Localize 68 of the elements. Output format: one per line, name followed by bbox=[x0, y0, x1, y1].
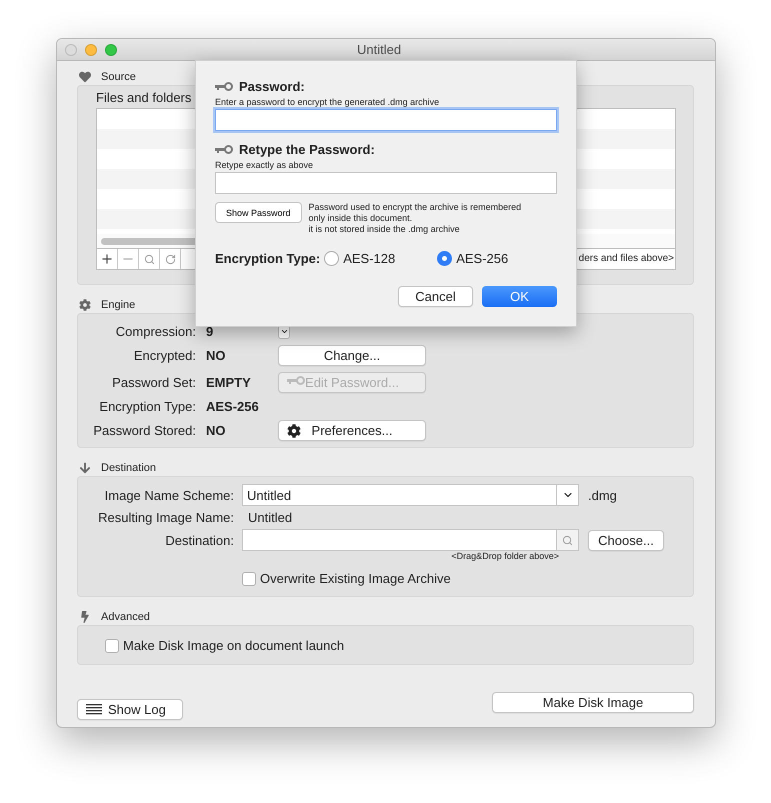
chevron-icon bbox=[280, 327, 288, 336]
field-label: Image Name Scheme: bbox=[104, 488, 235, 502]
close-button[interactable] bbox=[65, 44, 77, 56]
section-label: Engine bbox=[101, 299, 136, 311]
search-button[interactable] bbox=[556, 530, 578, 550]
field-label: Password Stored: bbox=[92, 423, 197, 438]
list-icon bbox=[86, 703, 102, 715]
zoom-button[interactable] bbox=[105, 44, 117, 56]
window-title: Untitled bbox=[357, 42, 402, 57]
files-label: Files and folders bbox=[96, 90, 192, 105]
field-value: 9 bbox=[205, 324, 214, 339]
field-label: Compression: bbox=[114, 324, 197, 339]
radio-label: AES-128 bbox=[343, 251, 396, 266]
minimize-button[interactable] bbox=[85, 44, 97, 56]
key-icon bbox=[287, 376, 305, 385]
hint-text: Enter a password to encrypt the generated .dmg archive bbox=[215, 97, 440, 107]
field-label: Destination: bbox=[164, 532, 235, 548]
note-text: it is not stored inside the .dmg archive bbox=[308, 224, 461, 235]
heart-icon bbox=[79, 71, 91, 83]
checkbox[interactable] bbox=[105, 638, 119, 652]
radio-label: AES-256 bbox=[456, 251, 508, 266]
refresh-icon bbox=[164, 254, 176, 264]
field-value: EMPTY bbox=[205, 375, 252, 390]
field-value: NO bbox=[205, 423, 226, 438]
section-label: Advanced bbox=[101, 611, 150, 623]
checkbox-label: Overwrite Existing Image Archive bbox=[260, 571, 451, 586]
field-label: Password Set: bbox=[111, 375, 197, 390]
radio-button[interactable] bbox=[437, 251, 452, 266]
action-button[interactable]: Preferences... bbox=[278, 420, 426, 441]
extension-label: .dmg bbox=[587, 488, 618, 502]
make-disk-image-button[interactable]: Make Disk Image bbox=[492, 692, 694, 713]
destination-field[interactable] bbox=[242, 529, 579, 551]
plus-icon bbox=[100, 252, 114, 266]
section-title: Password: bbox=[239, 79, 305, 94]
field-label: Encrypted: bbox=[132, 348, 197, 363]
key-icon bbox=[215, 82, 233, 91]
checkbox[interactable] bbox=[242, 572, 256, 586]
gear-icon bbox=[287, 424, 301, 438]
action-button[interactable]: Change... bbox=[278, 345, 426, 366]
note-text: Password used to encrypt the archive is remembered bbox=[308, 202, 522, 213]
show-log-button[interactable]: Show Log bbox=[77, 699, 183, 720]
retype-field[interactable] bbox=[215, 172, 557, 194]
bolt-icon bbox=[79, 611, 91, 623]
note-text: only inside this document. bbox=[308, 213, 414, 224]
choose-button[interactable]: Choose... bbox=[588, 530, 664, 550]
field-label: Resulting Image Name: bbox=[97, 510, 235, 525]
name-scheme-combo[interactable]: Untitled bbox=[242, 484, 579, 506]
checkbox-label: Make Disk Image on document launch bbox=[123, 638, 344, 653]
field-value: AES-256 bbox=[205, 399, 260, 414]
drop-hint: <Drag&Drop folder above> bbox=[450, 551, 560, 561]
section-label: Source bbox=[101, 71, 136, 83]
hint-text: Retype exactly as above bbox=[215, 160, 314, 170]
field-label: Encryption Type: bbox=[98, 399, 197, 414]
field-value: NO bbox=[205, 348, 226, 363]
field-label: Encryption Type: bbox=[215, 251, 320, 266]
ok-button[interactable]: OK bbox=[482, 286, 557, 307]
cancel-button[interactable]: Cancel bbox=[398, 286, 473, 307]
search-icon bbox=[144, 254, 154, 264]
gear-icon bbox=[79, 299, 91, 311]
show-password-button[interactable]: Show Password bbox=[215, 202, 302, 223]
password-field[interactable] bbox=[215, 109, 557, 131]
radio-button[interactable] bbox=[324, 251, 340, 266]
section-label: Destination bbox=[101, 462, 156, 474]
down-arrow-icon bbox=[79, 462, 91, 474]
search-icon bbox=[562, 534, 573, 546]
key-icon bbox=[215, 145, 233, 154]
field-value: Untitled bbox=[247, 510, 294, 525]
section-title: Retype the Password: bbox=[239, 142, 375, 157]
